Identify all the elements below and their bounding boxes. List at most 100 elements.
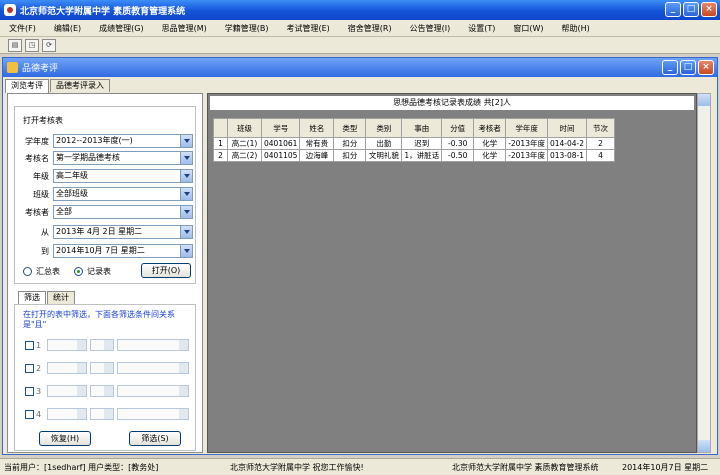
filter-checkbox[interactable]	[25, 409, 34, 419]
scroll-up-icon[interactable]	[698, 94, 710, 106]
tab-entry[interactable]: 品德考评录入	[50, 79, 110, 92]
year-select[interactable]: 2012--2013年度(一)	[53, 134, 193, 148]
filter-field-select[interactable]	[47, 385, 87, 397]
chevron-down-icon	[180, 170, 192, 182]
window-controls: _ □ ×	[665, 2, 717, 17]
open-table-title: 打开考核表	[23, 116, 63, 125]
filter-operator-select[interactable]	[90, 362, 114, 374]
filter-field-select[interactable]	[47, 339, 87, 351]
chevron-down-icon	[180, 188, 192, 200]
radio-record[interactable]	[74, 267, 83, 276]
maximize-button[interactable]: □	[683, 2, 699, 17]
column-header[interactable]: 时间	[546, 118, 588, 138]
minimize-button[interactable]: _	[665, 2, 681, 17]
child-maximize-button[interactable]: □	[680, 60, 696, 75]
menu-help[interactable]: 帮助(H)	[553, 23, 599, 34]
filter-operator-select[interactable]	[90, 385, 114, 397]
open-table-group: 打开考核表 学年度 2012--2013年度(一) 考核名 第一学期品德考核 年…	[14, 106, 196, 284]
menu-window[interactable]: 窗口(W)	[504, 23, 552, 34]
status-user: 当前用户：[1sedharf] 用户类型：[教务处]	[4, 463, 159, 472]
from-date-picker[interactable]: 2013年 4月 2日 星期二	[53, 225, 193, 239]
column-header[interactable]: 学号	[260, 118, 301, 138]
status-system: 北京师范大学附属中学 素质教育管理系统	[452, 463, 599, 472]
child-window-icon	[7, 62, 18, 73]
close-button[interactable]: ×	[701, 2, 717, 17]
column-header[interactable]: 考核者	[473, 118, 507, 138]
refresh-icon[interactable]: ⟳	[42, 38, 56, 52]
column-header[interactable]: 事由	[401, 118, 443, 138]
tab-filter[interactable]: 筛选	[18, 291, 46, 305]
filter-row: 2	[25, 362, 193, 374]
filter-group: 在打开的表中筛选，下面各筛选条件间关系是"且" 1 2 3 4 恢复(H) 筛选…	[14, 304, 196, 451]
print-preview-icon[interactable]: ◳	[25, 38, 39, 52]
child-window-controls: _ □ ×	[662, 60, 714, 75]
filter-button[interactable]: 筛选(S)	[129, 431, 181, 446]
scroll-down-icon[interactable]	[698, 440, 710, 452]
app-titlebar[interactable]: 北京师范大学附属中学 素质教育管理系统 _ □ ×	[0, 0, 720, 20]
filter-checkbox[interactable]	[25, 340, 34, 350]
child-close-button[interactable]: ×	[698, 60, 714, 75]
left-panel: 打开考核表 学年度 2012--2013年度(一) 考核名 第一学期品德考核 年…	[7, 93, 203, 453]
menu-enrollment[interactable]: 学籍管理(B)	[216, 23, 278, 34]
chevron-down-icon	[180, 245, 192, 257]
column-header[interactable]: 类别	[365, 118, 403, 138]
exam-select[interactable]: 第一学期品德考核	[53, 151, 193, 165]
menu-exams[interactable]: 考试管理(E)	[277, 23, 338, 34]
filter-checkbox[interactable]	[25, 386, 34, 396]
radio-summary-label: 汇总表	[36, 267, 60, 276]
open-button[interactable]: 打开(O)	[141, 263, 191, 278]
filter-value-select[interactable]	[117, 339, 189, 351]
filter-operator-select[interactable]	[90, 339, 114, 351]
filter-checkbox[interactable]	[25, 363, 34, 373]
vertical-scrollbar[interactable]	[697, 93, 711, 453]
exam-row: 考核名 第一学期品德考核	[15, 151, 197, 165]
menu-dorm[interactable]: 宿舍管理(R)	[339, 23, 401, 34]
filter-row: 1	[25, 339, 193, 351]
child-title: 品德考评	[22, 64, 59, 74]
filter-value-select[interactable]	[117, 362, 189, 374]
column-header[interactable]: 班级	[227, 118, 262, 138]
column-header[interactable]: 学年度	[505, 118, 548, 138]
grid-header-row: 班级 学号 姓名 类型 类别 事由 分值 考核者 学年度 时间 节次	[213, 118, 616, 138]
examiner-row: 考核者 全部	[15, 205, 197, 219]
from-row: 从 2013年 4月 2日 星期二	[15, 225, 197, 239]
menu-settings[interactable]: 设置(T)	[459, 23, 504, 34]
status-greeting: 北京师范大学附属中学 祝您工作愉快!	[230, 463, 364, 472]
examiner-select[interactable]: 全部	[53, 205, 193, 219]
report-title: 思想品德考核记录表成绩 共[2]人	[210, 96, 694, 110]
report-panel: 思想品德考核记录表成绩 共[2]人 班级 学号 姓名 类型 类别 事由 分值 考…	[207, 93, 697, 453]
tab-browse[interactable]: 浏览考评	[5, 79, 49, 93]
filter-operator-select[interactable]	[90, 408, 114, 420]
restore-button[interactable]: 恢复(H)	[39, 431, 91, 446]
menu-grades[interactable]: 成绩管理(G)	[90, 23, 152, 34]
menu-notices[interactable]: 公告管理(I)	[401, 23, 460, 34]
app-logo-icon	[4, 4, 16, 16]
table-row[interactable]: 2 高二(2) 0401105 边海峰 扣分 文明礼貌 1，讲脏话 -0.50 …	[213, 149, 616, 162]
column-header[interactable]: 分值	[441, 118, 475, 138]
grade-select[interactable]: 高二年级	[53, 169, 193, 183]
filter-hint: 在打开的表中筛选，下面各筛选条件间关系是"且"	[23, 310, 175, 329]
filter-field-select[interactable]	[47, 362, 87, 374]
table-row[interactable]: 1 高二(1) 0401061 常有贵 扣分 出勤 迟到 -0.30 化学 -2…	[213, 137, 616, 150]
to-date-picker[interactable]: 2014年10月 7日 星期二	[53, 244, 193, 258]
column-header[interactable]: 姓名	[299, 118, 335, 138]
filter-value-select[interactable]	[117, 408, 189, 420]
child-minimize-button[interactable]: _	[662, 60, 678, 75]
tab-statistics[interactable]: 统计	[47, 291, 75, 305]
class-select[interactable]: 全部班级	[53, 187, 193, 201]
menu-file[interactable]: 文件(F)	[0, 23, 45, 34]
column-header[interactable]: 类型	[333, 118, 367, 138]
column-header[interactable]	[213, 118, 228, 138]
menu-edit[interactable]: 编辑(E)	[45, 23, 90, 34]
child-titlebar[interactable]: 品德考评 _ □ ×	[3, 58, 717, 77]
print-icon[interactable]: ▤	[8, 38, 22, 52]
menu-moral[interactable]: 思品管理(M)	[153, 23, 216, 34]
filter-value-select[interactable]	[117, 385, 189, 397]
column-header[interactable]: 节次	[586, 118, 616, 138]
status-date: 2014年10月7日 星期二	[622, 463, 709, 472]
to-label: 到	[41, 246, 49, 256]
app-title: 北京师范大学附属中学 素质教育管理系统	[20, 6, 186, 17]
report-grid[interactable]: 班级 学号 姓名 类型 类别 事由 分值 考核者 学年度 时间 节次 1 高二(…	[213, 118, 616, 162]
filter-field-select[interactable]	[47, 408, 87, 420]
radio-summary[interactable]	[23, 267, 32, 276]
